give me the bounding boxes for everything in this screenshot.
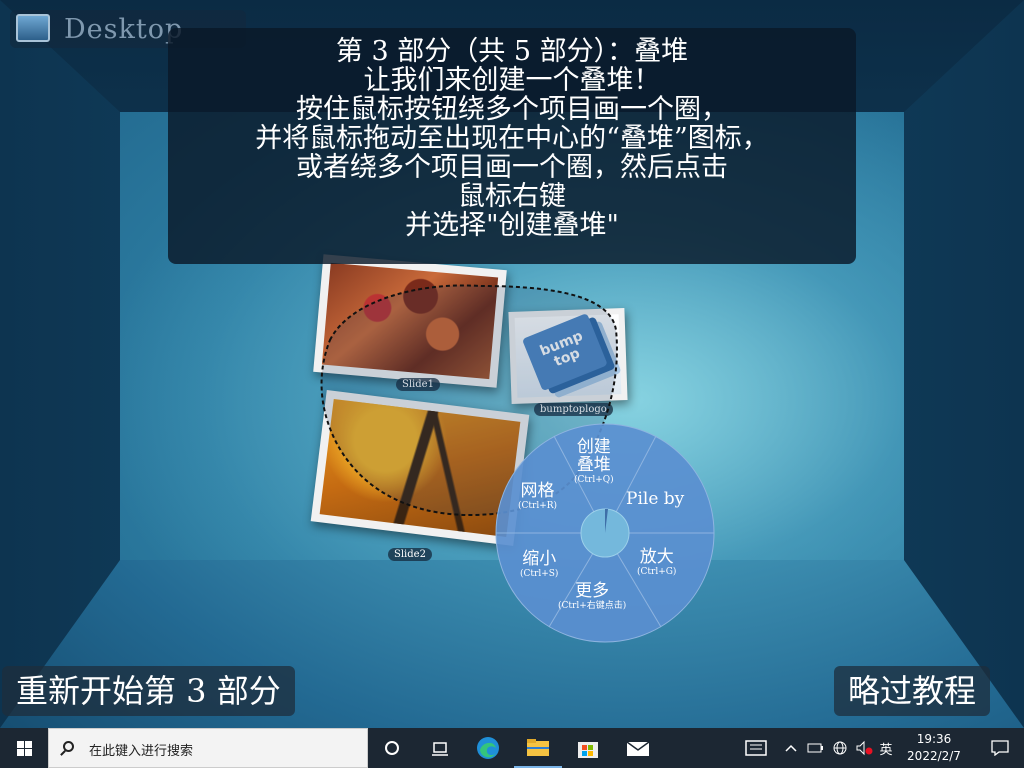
pie-more-label: 更多 [575, 581, 610, 601]
pie-more-shortcut: (Ctrl+右键点击) [558, 601, 627, 611]
windows-logo-icon [17, 741, 24, 748]
file-explorer-icon[interactable] [514, 728, 562, 768]
restart-part-button[interactable]: 重新开始第 3 部分 [2, 666, 295, 716]
instruction-line: 或者绕多个项目画一个圈，然后点击 [296, 152, 728, 183]
pie-grid-label: 网格 [520, 481, 555, 501]
search-icon [63, 741, 74, 752]
taskbar-clock[interactable]: 19:36 2022/2/7 [896, 731, 972, 765]
volume-muted-icon[interactable] [852, 728, 876, 768]
skip-tutorial-button[interactable]: 略过教程 [834, 666, 991, 716]
pie-item-create-pile[interactable]: 创建 叠堆 (Ctrl+Q) [574, 438, 614, 486]
clock-date: 2022/2/7 [907, 749, 961, 763]
pie-shrink-shortcut: (Ctrl+S) [520, 569, 559, 579]
instruction-line: 让我们来创建一个叠堆！ [363, 65, 661, 96]
pie-create-label1: 创建 [576, 437, 611, 457]
pie-enlarge-label: 放大 [639, 547, 674, 567]
pie-item-grid[interactable]: 网格 (Ctrl+R) [518, 482, 557, 512]
instruction-line: 并选择"创建叠堆" [405, 210, 619, 241]
pie-item-enlarge[interactable]: 放大 (Ctrl+G) [637, 548, 676, 578]
pie-grid-shortcut: (Ctrl+R) [518, 501, 558, 511]
battery-icon[interactable] [804, 728, 828, 768]
pie-menu[interactable]: 创建 叠堆 (Ctrl+Q) 网格 (Ctrl+R) Pile by 缩小 (C… [494, 422, 716, 644]
pie-item-shrink[interactable]: 缩小 (Ctrl+S) [520, 550, 558, 580]
taskbar: 在此键入进行搜索 英 19:36 2022/2/7 [0, 728, 1024, 768]
news-widget-icon[interactable] [732, 728, 780, 768]
microsoft-store-icon[interactable] [564, 728, 612, 768]
pie-create-shortcut: (Ctrl+Q) [574, 475, 614, 485]
start-button[interactable] [0, 728, 48, 768]
pie-enlarge-shortcut: (Ctrl+G) [637, 567, 677, 577]
tutorial-instructions: 第 3 部分（共 5 部分）：叠堆 让我们来创建一个叠堆！ 按住鼠标按钮绕多个项… [168, 28, 856, 264]
network-icon[interactable] [828, 728, 852, 768]
instruction-line: 鼠标右键 [458, 181, 566, 212]
taskbar-search-box[interactable]: 在此键入进行搜索 [48, 728, 368, 768]
cortana-icon[interactable] [368, 728, 416, 768]
search-placeholder: 在此键入进行搜索 [89, 744, 194, 759]
instruction-line: 按住鼠标按钮绕多个项目画一个圈， [296, 94, 728, 125]
pie-item-more[interactable]: 更多 (Ctrl+右键点击) [558, 582, 626, 612]
tray-chevron-up-icon[interactable] [780, 728, 802, 768]
pie-create-label2: 叠堆 [576, 455, 611, 475]
instruction-line: 并将鼠标拖动至出现在中心的“叠堆”图标， [255, 123, 769, 154]
instruction-line: 第 3 部分（共 5 部分）：叠堆 [335, 36, 689, 67]
pie-pileby-label: Pile by [626, 489, 685, 509]
notification-center-icon[interactable] [976, 728, 1024, 768]
mail-icon[interactable] [614, 728, 662, 768]
ime-indicator[interactable]: 英 [874, 728, 898, 768]
task-view-icon[interactable] [416, 728, 464, 768]
pie-shrink-label: 缩小 [522, 549, 557, 569]
edge-browser-icon[interactable] [464, 728, 512, 768]
pie-item-pile-by[interactable]: Pile by [626, 490, 684, 508]
clock-time: 19:36 [916, 732, 952, 746]
